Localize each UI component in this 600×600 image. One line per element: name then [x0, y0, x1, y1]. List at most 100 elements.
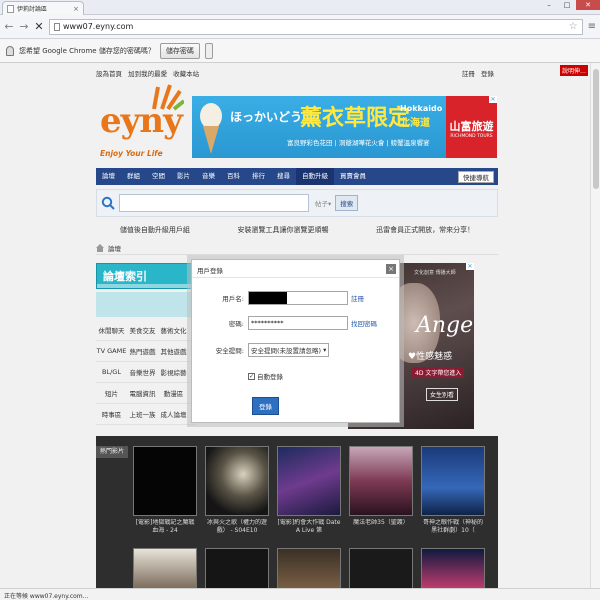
- window-close-button[interactable]: ✕: [576, 0, 600, 10]
- register-link[interactable]: 註冊: [351, 293, 364, 303]
- ad-close-icon[interactable]: ✕: [489, 96, 497, 103]
- security-question-value: 安全提問(未設置請忽略): [251, 347, 322, 355]
- scrollbar-thumb[interactable]: [593, 69, 599, 189]
- password-field[interactable]: [248, 316, 348, 330]
- notice-bar: 儲值後自動升級用戶組 安裝瀏覽工具讓你瀏覽更順暢 迅雷會員正式開放，常來分享！: [96, 223, 498, 237]
- category-link[interactable]: 短片: [96, 388, 127, 398]
- category-link[interactable]: 動漫區: [158, 388, 189, 398]
- breadcrumb-forum[interactable]: 論壇: [108, 243, 121, 253]
- category-link[interactable]: 音樂世界: [127, 367, 158, 377]
- site-logo[interactable]: eyny Enjoy Your Life: [98, 83, 184, 165]
- nav-groups[interactable]: 群組: [121, 168, 146, 185]
- browser-tab[interactable]: 伊莉討論區 ×: [2, 1, 84, 15]
- notice-link[interactable]: 安裝瀏覽工具讓你瀏覽更順暢: [237, 225, 328, 235]
- auto-login-checkbox[interactable]: ✓: [248, 372, 255, 380]
- nav-search[interactable]: 搜尋: [271, 168, 296, 185]
- infobar-dropdown-button[interactable]: [204, 42, 213, 59]
- video-thumbnail[interactable]: [349, 446, 413, 516]
- ad-close-icon[interactable]: ✕: [466, 263, 474, 270]
- video-card[interactable]: [電影]地獄戰記之魔戰血海 - 24: [133, 446, 197, 543]
- video-thumbnail[interactable]: [133, 548, 197, 588]
- nav-buy-membership[interactable]: 買賣會員: [334, 168, 372, 185]
- side-help-link[interactable]: 說明伸…: [559, 65, 588, 76]
- video-thumbnail[interactable]: [133, 446, 197, 516]
- category-link[interactable]: TV GAME: [96, 347, 127, 355]
- quick-nav-button[interactable]: 快捷導航: [458, 170, 494, 183]
- close-icon[interactable]: ×: [386, 264, 396, 274]
- nav-forum[interactable]: 論壇: [96, 168, 121, 185]
- video-thumbnail[interactable]: [421, 548, 485, 588]
- video-caption[interactable]: [電影]約會大作戰 Date A Live 第: [277, 519, 341, 543]
- save-password-button[interactable]: 儲存密碼: [159, 42, 200, 59]
- password-label: 密碼:: [228, 320, 244, 328]
- back-arrow-icon[interactable]: ←: [4, 20, 14, 33]
- category-link[interactable]: 時事區: [96, 409, 127, 419]
- search-button[interactable]: 搜索: [335, 195, 359, 211]
- notice-link[interactable]: 儲值後自動升級用戶組: [120, 225, 190, 235]
- minimize-button[interactable]: –: [540, 0, 558, 10]
- category-link[interactable]: BL/GL: [96, 368, 127, 376]
- login-dialog-header: 用戶登錄: [192, 260, 399, 278]
- banner-brand-en: RICHMOND TOURS: [450, 134, 493, 139]
- nav-music[interactable]: 音樂: [196, 168, 221, 185]
- url-omnibox[interactable]: www07.eyny.com ☆: [49, 18, 583, 35]
- top-ad-banner[interactable]: ほっかいどう 薰衣草限定 Hokkaido 北海道 富良野彩色花田 | 洞爺湖嘩…: [192, 96, 497, 158]
- video-thumbnail[interactable]: [205, 548, 269, 588]
- video-thumbnail[interactable]: [277, 548, 341, 588]
- notice-link[interactable]: 迅雷會員正式開放，常來分享！: [376, 225, 474, 235]
- category-link[interactable]: 其他遊戲: [158, 346, 189, 356]
- security-question-label: 安全提問:: [215, 347, 244, 355]
- nav-space[interactable]: 空間: [146, 168, 171, 185]
- login-button[interactable]: 登錄: [252, 397, 279, 415]
- video-thumbnail[interactable]: [277, 446, 341, 516]
- security-question-select[interactable]: 安全提問(未設置請忽略) ▾: [248, 343, 330, 357]
- nav-video[interactable]: 影片: [171, 168, 196, 185]
- maximize-button[interactable]: □: [558, 0, 576, 10]
- category-link[interactable]: 成人論壇: [158, 409, 189, 419]
- save-password-infobar: 您希望 Google Chrome 儲存您的密碼嗎？ 儲存密碼: [0, 39, 600, 63]
- main-nav: 論壇 群組 空間 影片 音樂 百科 排行 搜尋 自動升級 買賣會員 快捷導航: [96, 168, 498, 185]
- category-link[interactable]: 上班一族: [127, 409, 158, 419]
- banner-jp-text: ほっかいどう: [230, 110, 303, 124]
- video-caption[interactable]: 哥神之眼作戰（神秘的黑社群劇）10（: [421, 519, 485, 543]
- set-homepage-link[interactable]: 設為首頁: [96, 70, 122, 78]
- video-thumbnail[interactable]: [205, 446, 269, 516]
- category-link[interactable]: 藝術文化: [158, 325, 189, 335]
- stop-loading-icon[interactable]: ✕: [34, 20, 44, 33]
- url-text[interactable]: www07.eyny.com: [63, 22, 566, 31]
- video-caption[interactable]: [電影]地獄戰記之魔戰血海 - 24: [133, 519, 197, 543]
- username-label: 用戶名:: [222, 295, 244, 303]
- forward-arrow-icon[interactable]: →: [19, 20, 29, 33]
- ice-cream-icon: [200, 103, 222, 154]
- search-input[interactable]: [119, 194, 309, 212]
- address-bar: ← → ✕ www07.eyny.com ☆ ≡: [0, 15, 600, 39]
- nav-auto-upgrade[interactable]: 自動升級: [296, 168, 334, 185]
- video-card[interactable]: 魔法老師35（聖護）: [349, 446, 413, 543]
- category-link[interactable]: 熱門遊戲: [127, 346, 158, 356]
- add-favorite-link[interactable]: 加到我的最愛: [128, 70, 167, 78]
- category-link[interactable]: 休閒聊天: [96, 325, 127, 335]
- video-thumbnail[interactable]: [349, 548, 413, 588]
- home-icon[interactable]: [96, 243, 104, 252]
- video-card[interactable]: 哥神之眼作戰（神秘的黑社群劇）10（: [421, 446, 485, 543]
- category-link[interactable]: 美食交友: [127, 325, 158, 335]
- forgot-password-link[interactable]: 找回密碼: [351, 318, 377, 328]
- category-link[interactable]: 影視綜藝: [158, 367, 189, 377]
- video-thumbnail[interactable]: [421, 446, 485, 516]
- category-link[interactable]: 電腦資訊: [127, 388, 158, 398]
- bookmark-site-link[interactable]: 收藏本站: [173, 70, 199, 78]
- browser-menu-icon[interactable]: ≡: [588, 21, 596, 32]
- video-card[interactable]: 冰與火之歌（權力的遊戲） - S04E10: [205, 446, 269, 543]
- bookmark-star-icon[interactable]: ☆: [569, 21, 578, 32]
- nav-ranking[interactable]: 排行: [246, 168, 271, 185]
- video-caption[interactable]: 冰與火之歌（權力的遊戲） - S04E10: [205, 519, 269, 543]
- nav-wiki[interactable]: 百科: [221, 168, 246, 185]
- register-link[interactable]: 註冊: [462, 70, 475, 78]
- vertical-scrollbar[interactable]: [590, 63, 600, 588]
- video-card[interactable]: [電影]約會大作戰 Date A Live 第: [277, 446, 341, 543]
- video-caption[interactable]: 魔法老師35（聖護）: [349, 519, 413, 543]
- tab-close-icon[interactable]: ×: [73, 5, 79, 13]
- login-link[interactable]: 登錄: [481, 70, 494, 78]
- side-ad-button[interactable]: 女生別看: [426, 388, 459, 401]
- search-type-select[interactable]: 帖子▾: [315, 198, 331, 208]
